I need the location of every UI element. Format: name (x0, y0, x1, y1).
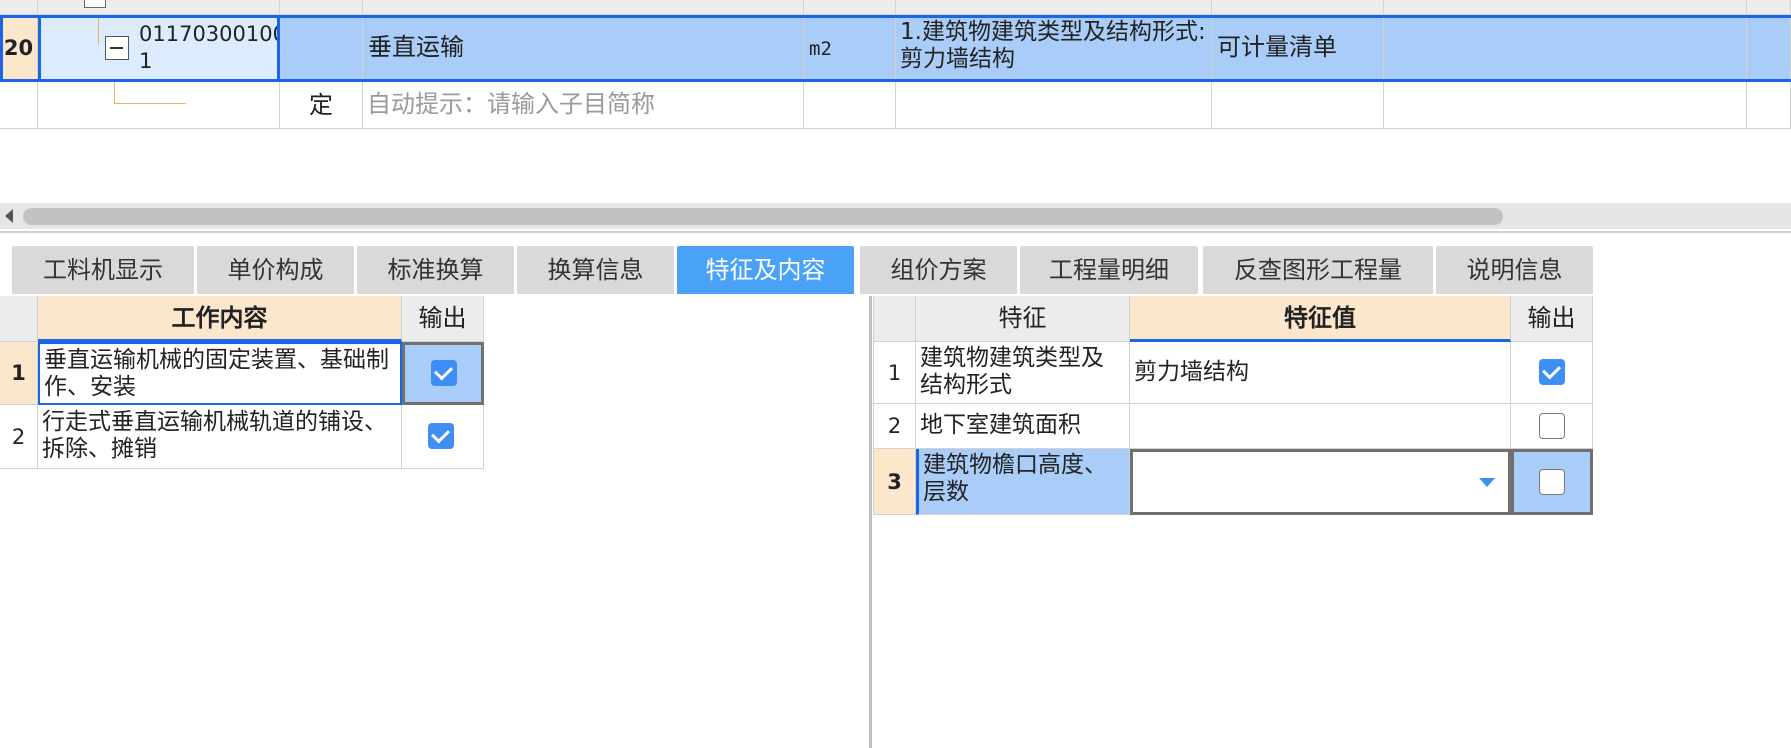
tree-line (98, 18, 99, 45)
tab-bar: 工料机显示 单价构成 标准换算 换算信息 特征及内容 组价方案 工程量明细 反查… (0, 231, 1791, 294)
feature-name-cell[interactable]: 建筑物檐口高度、层数 (916, 449, 1130, 515)
item-code: 01170300100 1 (139, 22, 280, 73)
tab-unit-price[interactable]: 单价构成 (197, 246, 354, 294)
checkbox-unchecked-icon[interactable] (1539, 469, 1565, 495)
feature-name-cell[interactable]: 建筑物建筑类型及结构形式 (916, 342, 1130, 404)
unit-cell[interactable]: m2 (804, 15, 896, 82)
feature-cell[interactable]: 1.建筑物建筑类型及结构形式:剪力墙结构 (896, 15, 1212, 82)
column-header-feature[interactable]: 特征 (916, 296, 1130, 342)
row-number[interactable]: 3 (873, 449, 916, 515)
output-cell[interactable] (402, 342, 484, 405)
row-number[interactable]: 20 (0, 15, 38, 82)
row-num-cut (0, 0, 38, 15)
feature-value-dropdown[interactable] (1130, 449, 1511, 515)
tab-standard-conversion[interactable]: 标准换算 (357, 246, 514, 294)
code-cell[interactable]: 01170300100 1 (38, 15, 280, 82)
column-header-output[interactable]: 输出 (1511, 296, 1593, 342)
scroll-left-icon[interactable] (5, 209, 13, 223)
row-number[interactable]: 2 (873, 404, 916, 449)
category-cell[interactable]: 可计量清单 (1212, 15, 1384, 82)
checkbox-unchecked-icon[interactable] (1539, 413, 1565, 439)
scrollbar-thumb[interactable] (23, 208, 1503, 225)
row-number[interactable]: 1 (873, 342, 916, 404)
tab-pricing-scheme[interactable]: 组价方案 (860, 246, 1017, 294)
tab-labor-material[interactable]: 工料机显示 (12, 246, 194, 294)
empty-cell[interactable] (1384, 82, 1747, 129)
type-cell[interactable] (280, 15, 363, 82)
empty-cell[interactable] (1384, 15, 1747, 82)
code-cell[interactable] (38, 82, 280, 129)
output-cell[interactable] (1511, 342, 1593, 404)
collapse-icon[interactable] (105, 36, 129, 60)
row-number[interactable] (0, 82, 38, 129)
column-header-feature-value[interactable]: 特征值 (1130, 296, 1511, 342)
tab-features-content[interactable]: 特征及内容 (677, 246, 854, 294)
unit-cell[interactable] (804, 82, 896, 129)
collapse-icon[interactable] (84, 0, 106, 8)
work-content-table: 工作内容 输出 1 垂直运输机械的固定装置、基础制作、安装 2 行走式垂直运输机… (0, 296, 484, 476)
column-header-work-content[interactable]: 工作内容 (38, 296, 402, 342)
output-cell[interactable] (1511, 404, 1593, 449)
cell-cut (38, 0, 280, 15)
tab-description[interactable]: 说明信息 (1436, 246, 1593, 294)
panel-splitter[interactable] (869, 296, 872, 748)
tab-quantity-detail[interactable]: 工程量明细 (1020, 246, 1198, 294)
row-number[interactable]: 2 (0, 405, 38, 469)
name-cell[interactable]: 垂直运输 (363, 15, 804, 82)
type-cell[interactable]: 定 (280, 82, 363, 129)
horizontal-scrollbar[interactable] (0, 203, 1791, 229)
tree-line (114, 82, 186, 104)
work-content-cell[interactable]: 垂直运输机械的固定装置、基础制作、安装 (38, 342, 402, 405)
tab-reverse-lookup[interactable]: 反查图形工程量 (1203, 246, 1433, 294)
column-header-output[interactable]: 输出 (402, 296, 484, 342)
checkbox-checked-icon[interactable] (428, 423, 454, 449)
output-cell[interactable] (402, 405, 484, 469)
feature-value-cell[interactable]: 剪力墙结构 (1130, 342, 1511, 404)
output-cell[interactable] (1511, 449, 1593, 515)
dropdown-arrow-icon[interactable] (1479, 478, 1495, 487)
empty-cell[interactable] (1747, 15, 1791, 82)
tab-conversion-info[interactable]: 换算信息 (517, 246, 674, 294)
feature-cell[interactable] (896, 82, 1212, 129)
work-content-cell[interactable]: 行走式垂直运输机械轨道的铺设、拆除、摊销 (38, 405, 402, 469)
main-grid: 20 01170300100 1 垂直运输 m2 1.建筑物建筑类型及结构形式:… (0, 0, 1791, 130)
checkbox-checked-icon[interactable] (1539, 359, 1565, 385)
row-number[interactable]: 1 (0, 342, 38, 405)
feature-name-cell[interactable]: 地下室建筑面积 (916, 404, 1130, 449)
checkbox-checked-icon[interactable] (431, 360, 457, 386)
empty-cell[interactable] (1747, 82, 1791, 129)
feature-value-cell[interactable] (1130, 404, 1511, 449)
feature-table: 特征 特征值 输出 1 建筑物建筑类型及结构形式 剪力墙结构 2 地下室建筑面积… (873, 296, 1593, 526)
category-cell[interactable] (1212, 82, 1384, 129)
name-input-hint[interactable]: 自动提示：请输入子目简称 (363, 82, 804, 129)
